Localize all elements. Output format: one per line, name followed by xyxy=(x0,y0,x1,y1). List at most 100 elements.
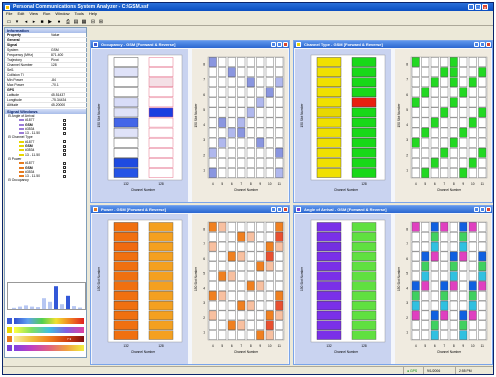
channel-cell[interactable] xyxy=(265,281,274,291)
channel-cell[interactable] xyxy=(478,168,487,178)
channel-cell[interactable] xyxy=(237,127,246,138)
channel-cell[interactable] xyxy=(430,107,439,118)
channel-cell[interactable] xyxy=(265,241,274,252)
channel-cell[interactable] xyxy=(237,87,246,98)
channel-cell[interactable] xyxy=(459,241,468,252)
slot-cell[interactable] xyxy=(148,232,174,242)
channel-cell[interactable] xyxy=(227,117,236,128)
channel-cell[interactable] xyxy=(265,97,274,108)
channel-cell[interactable] xyxy=(237,168,246,178)
channel-cell[interactable] xyxy=(411,117,420,128)
channel-cell[interactable] xyxy=(421,87,430,98)
slot-cell[interactable] xyxy=(351,77,377,87)
channel-cell[interactable] xyxy=(468,330,477,340)
channel-cell[interactable] xyxy=(256,271,265,281)
channel-cell[interactable] xyxy=(218,97,227,108)
channel-cell[interactable] xyxy=(208,241,217,252)
channel-cell[interactable] xyxy=(430,300,439,311)
channel-cell[interactable] xyxy=(208,310,217,321)
slot-cell[interactable] xyxy=(148,310,174,321)
channel-cell[interactable] xyxy=(421,107,430,118)
channel-cell[interactable] xyxy=(468,241,477,252)
channel-cell[interactable] xyxy=(237,57,246,67)
slot-cell[interactable] xyxy=(148,281,174,291)
channel-cell[interactable] xyxy=(265,310,274,321)
channel-cell[interactable] xyxy=(468,300,477,311)
channel-cell[interactable] xyxy=(440,107,449,118)
channel-cell[interactable] xyxy=(449,57,458,67)
channel-cell[interactable] xyxy=(459,251,468,262)
channel-cell[interactable] xyxy=(208,57,217,67)
stop-icon[interactable]: ■ xyxy=(39,19,45,25)
channel-cell[interactable] xyxy=(449,67,458,77)
channel-cell[interactable] xyxy=(430,241,439,252)
channel-cell[interactable] xyxy=(421,127,430,138)
channel-cell[interactable] xyxy=(237,261,246,271)
slot-cell[interactable] xyxy=(113,330,139,340)
slot-cell[interactable] xyxy=(316,168,342,178)
channel-cell[interactable] xyxy=(265,107,274,118)
slot-cell[interactable] xyxy=(113,222,139,232)
channel-cell[interactable] xyxy=(227,310,236,321)
visibility-checkbox[interactable] xyxy=(63,131,66,135)
channel-cell[interactable] xyxy=(430,232,439,242)
channel-cell[interactable] xyxy=(430,87,439,98)
slot-cell[interactable] xyxy=(113,107,139,118)
channel-cell[interactable] xyxy=(237,147,246,158)
channel-cell[interactable] xyxy=(218,232,227,242)
channel-cell[interactable] xyxy=(411,222,420,232)
slot-cell[interactable] xyxy=(316,57,342,67)
slot-cell[interactable] xyxy=(351,57,377,67)
channel-cell[interactable] xyxy=(265,87,274,98)
slot-cell[interactable] xyxy=(351,137,377,148)
channel-cell[interactable] xyxy=(237,107,246,118)
channel-cell[interactable] xyxy=(430,271,439,281)
channel-cell[interactable] xyxy=(208,291,217,301)
channel-cell[interactable] xyxy=(468,222,477,232)
channel-cell[interactable] xyxy=(440,168,449,178)
channel-cell[interactable] xyxy=(246,310,255,321)
channel-cell[interactable] xyxy=(478,330,487,340)
window-close-button[interactable] xyxy=(283,42,288,47)
channel-cell[interactable] xyxy=(430,147,439,158)
channel-cell[interactable] xyxy=(246,147,255,158)
channel-cell[interactable] xyxy=(256,97,265,108)
slot-cell[interactable] xyxy=(113,158,139,168)
channel-cell[interactable] xyxy=(411,320,420,330)
channel-cell[interactable] xyxy=(440,87,449,98)
channel-cell[interactable] xyxy=(246,67,255,77)
slot-cell[interactable] xyxy=(316,291,342,301)
channel-cell[interactable] xyxy=(478,241,487,252)
channel-cell[interactable] xyxy=(430,310,439,321)
channel-cell[interactable] xyxy=(411,291,420,301)
channel-cell[interactable] xyxy=(459,330,468,340)
menu-view[interactable]: View xyxy=(29,11,38,16)
slot-cell[interactable] xyxy=(148,107,174,118)
channel-cell[interactable] xyxy=(208,168,217,178)
channel-cell[interactable] xyxy=(208,77,217,88)
channel-cell[interactable] xyxy=(237,300,246,311)
channel-cell[interactable] xyxy=(256,330,265,340)
menu-run[interactable]: Run xyxy=(43,11,50,16)
channel-cell[interactable] xyxy=(459,117,468,128)
slot-cell[interactable] xyxy=(113,87,139,98)
channel-cell[interactable] xyxy=(411,127,420,138)
title-bar[interactable]: Personal Communications System Analyzer … xyxy=(3,3,493,11)
channel-cell[interactable] xyxy=(256,241,265,252)
slot-cell[interactable] xyxy=(113,148,139,158)
channel-cell[interactable] xyxy=(227,97,236,108)
channel-cell[interactable] xyxy=(440,271,449,281)
channel-cell[interactable] xyxy=(256,77,265,88)
channel-cell[interactable] xyxy=(440,232,449,242)
channel-cell[interactable] xyxy=(275,97,284,108)
channel-cell[interactable] xyxy=(218,107,227,118)
slot-cell[interactable] xyxy=(148,87,174,98)
back-icon[interactable]: ◂ xyxy=(23,19,29,25)
channel-cell[interactable] xyxy=(218,222,227,232)
channel-cell[interactable] xyxy=(449,127,458,138)
channel-cell[interactable] xyxy=(440,147,449,158)
channel-cell[interactable] xyxy=(275,261,284,271)
channel-cell[interactable] xyxy=(275,241,284,252)
slot-cell[interactable] xyxy=(316,97,342,108)
channel-cell[interactable] xyxy=(411,310,420,321)
